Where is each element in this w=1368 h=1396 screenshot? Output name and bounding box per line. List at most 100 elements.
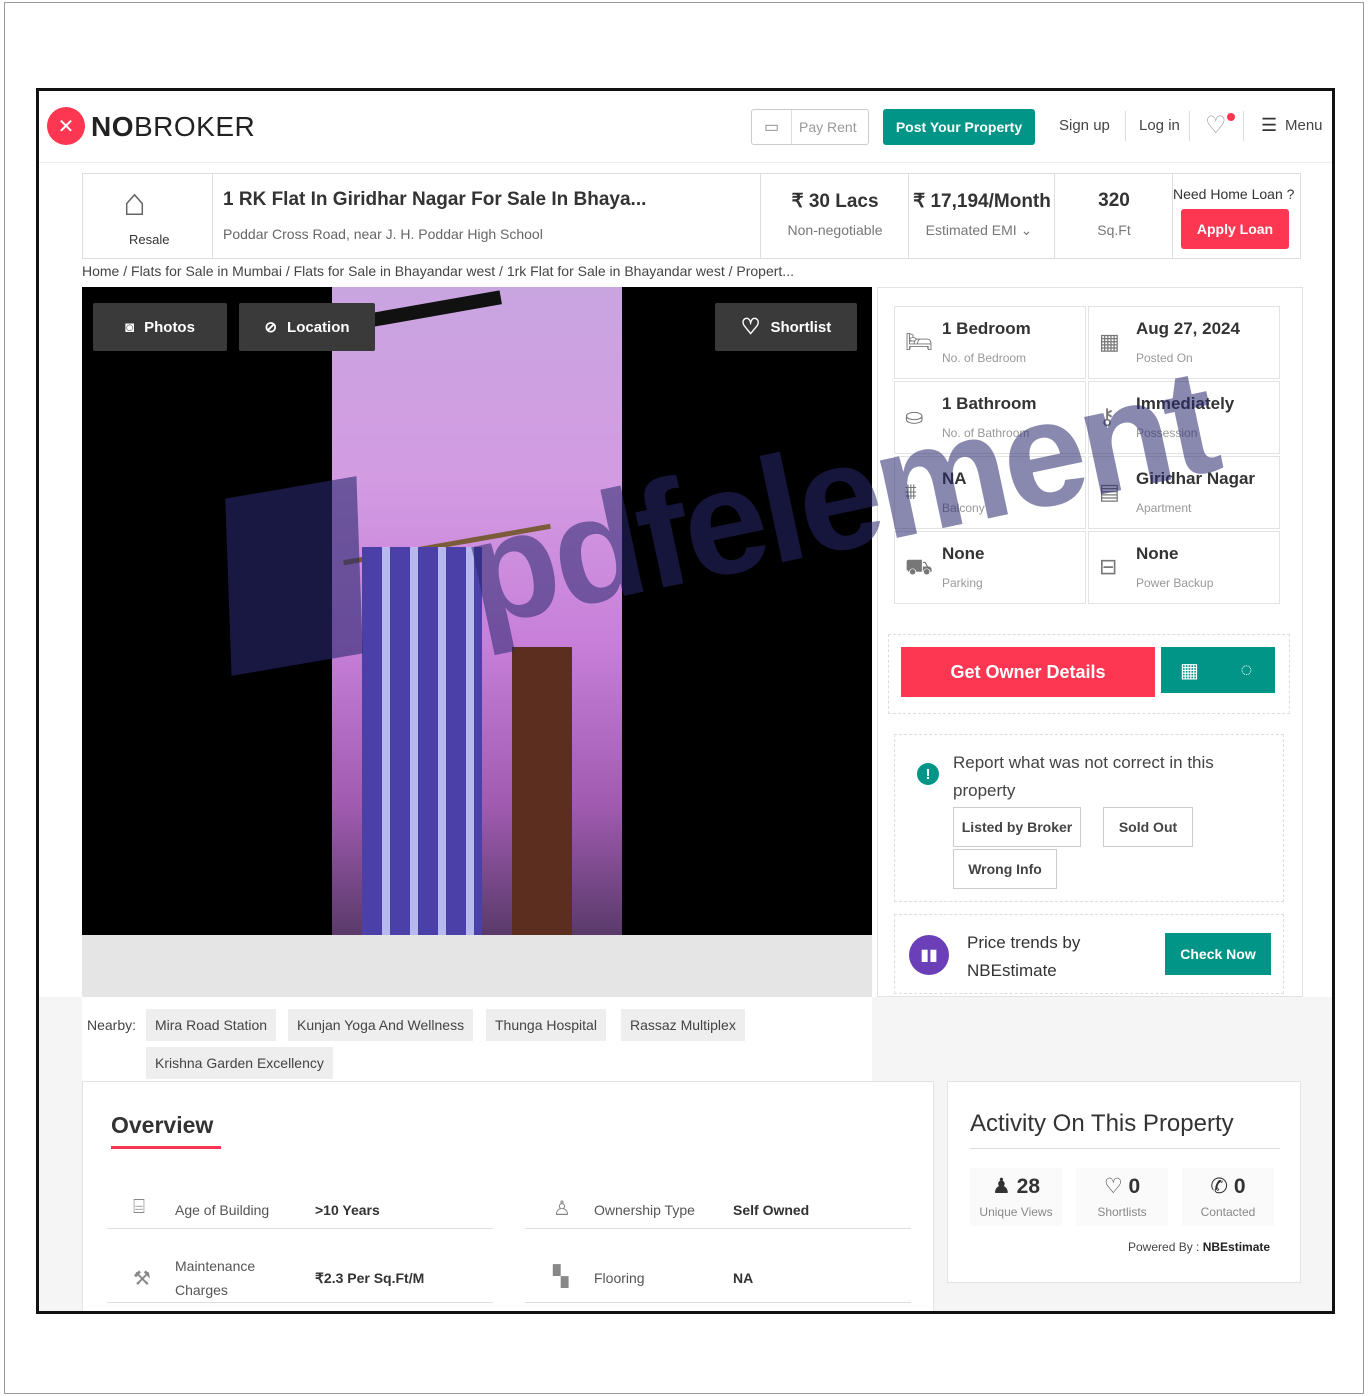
emi-note[interactable]: Estimated EMI ⌄ <box>909 222 1049 239</box>
power-backup-label: Power Backup <box>1136 576 1214 590</box>
maintenance-label: Maintenance Charges <box>175 1254 255 1302</box>
listed-by-broker-button[interactable]: Listed by Broker <box>953 807 1081 847</box>
sign-up-link[interactable]: Sign up <box>1059 117 1110 134</box>
loan-question: Need Home Loan ? <box>1173 186 1295 202</box>
heart-icon: ♡ <box>740 314 761 339</box>
post-property-button[interactable]: Post Your Property <box>883 109 1035 145</box>
key-icon: ⚷ <box>1099 404 1116 429</box>
parking-label: Parking <box>942 576 983 590</box>
apartment-value: Giridhar Nagar <box>1136 469 1256 488</box>
trends-line-2: NBEstimate <box>967 961 1057 980</box>
possession-label: Possession <box>1136 426 1198 440</box>
shortlist-button[interactable]: ♡ Shortlist <box>715 303 857 351</box>
owner-actions-box: Get Owner Details ▦ ◌ <box>888 634 1290 714</box>
user-icon: ♟ <box>991 1175 1011 1198</box>
photos-button[interactable]: ◙ Photos <box>93 303 227 351</box>
flooring-icon: ▚ <box>553 1266 569 1288</box>
overview-underline <box>111 1146 221 1149</box>
age-label: Age of Building <box>175 1202 270 1218</box>
property-photo[interactable] <box>332 287 622 935</box>
photos-label: Photos <box>144 318 195 336</box>
possession-value: Immediately <box>1136 394 1235 413</box>
nearby-chip[interactable]: Krishna Garden Excellency <box>146 1047 333 1079</box>
compass-icon: ⊘ <box>264 319 278 336</box>
price-value: ₹ 30 Lacs <box>791 191 879 212</box>
powered-by: Powered By : NBEstimate <box>1128 1240 1270 1254</box>
unique-views-label: Unique Views <box>979 1205 1053 1219</box>
logo-text[interactable]: NOBROKER <box>91 111 255 143</box>
notification-dot <box>1227 113 1235 121</box>
hamburger-menu-icon[interactable]: ☰ <box>1261 115 1277 136</box>
parking-cell: ⛟ None Parking <box>894 531 1086 604</box>
property-address: Poddar Cross Road, near J. H. Poddar Hig… <box>223 226 543 242</box>
schedule-visit-calendar-icon[interactable]: ▦ <box>1161 647 1218 693</box>
report-text: Report what was not correct in this prop… <box>953 753 1214 800</box>
hammer-icon: ⚒ <box>133 1268 151 1290</box>
wrong-info-button[interactable]: Wrong Info <box>953 849 1057 889</box>
divider <box>1125 111 1126 141</box>
overview-card: Overview ⌸ Age of Building >10 Years ♙ O… <box>82 1081 934 1311</box>
activity-card: Activity On This Property ♟ 28 Unique Vi… <box>947 1081 1301 1283</box>
nearby-chip[interactable]: Rassaz Multiplex <box>621 1009 745 1041</box>
log-in-link[interactable]: Log in <box>1139 117 1180 134</box>
report-box: ! Report what was not correct in this pr… <box>894 734 1284 902</box>
battery-icon: ⊟ <box>1099 554 1118 579</box>
balcony-icon: ⩩ <box>905 479 917 504</box>
maintenance-label-line2: Charges <box>175 1282 228 1298</box>
divider <box>1189 111 1190 141</box>
ownership-value: Self Owned <box>733 1202 810 1218</box>
sold-out-button[interactable]: Sold Out <box>1103 807 1193 847</box>
powered-name: NBEstimate <box>1202 1240 1271 1254</box>
bathroom-value: 1 Bathroom <box>942 394 1037 413</box>
nearby-chip[interactable]: Kunjan Yoga And Wellness <box>288 1009 474 1041</box>
bed-icon: 🛏 <box>905 329 933 354</box>
owner-icon: ♙ <box>553 1198 571 1220</box>
location-button[interactable]: ⊘ Location <box>239 303 375 351</box>
photo-gallery[interactable]: ◙ Photos ⊘ Location ♡ Shortlist <box>82 287 872 997</box>
nobroker-logo-icon[interactable]: ✕ <box>47 107 85 145</box>
apartment-cell: ▤ Giridhar Nagar Apartment <box>1088 456 1280 529</box>
contacted-label: Contacted <box>1200 1205 1256 1219</box>
power-backup-cell: ⊟ None Power Backup <box>1088 531 1280 604</box>
area-cell: 320 Sq.Ft <box>1055 174 1173 258</box>
price-cell: ₹ 30 Lacs Non-negotiable <box>761 174 909 258</box>
activity-title: Activity On This Property <box>970 1110 1234 1137</box>
emi-cell[interactable]: ₹ 17,194/Month Estimated EMI ⌄ <box>909 174 1055 258</box>
menu-label[interactable]: Menu <box>1285 117 1323 134</box>
nearby-chip[interactable]: Thunga Hospital <box>486 1009 606 1041</box>
price-trends-text: Price trends by NBEstimate <box>967 929 1080 985</box>
flooring-label: Flooring <box>594 1270 645 1286</box>
door <box>512 647 572 935</box>
apply-loan-button[interactable]: Apply Loan <box>1181 209 1289 249</box>
heart-icon: ♡ <box>1103 1175 1123 1198</box>
calendar-icon: ▦ <box>1099 329 1120 354</box>
nearby-chip[interactable]: Mira Road Station <box>146 1009 277 1041</box>
price-trends-box: ▮▮ Price trends by NBEstimate Check Now <box>894 914 1284 994</box>
get-owner-details-button[interactable]: Get Owner Details <box>901 647 1155 697</box>
browser-frame: ✕ NOBROKER ▭ Pay Rent Post Your Property… <box>36 88 1335 1314</box>
contacted-value: 0 <box>1233 1175 1246 1198</box>
phone-icon: ✆ <box>1210 1175 1229 1198</box>
posted-on-cell: ▦ Aug 27, 2024 Posted On <box>1088 306 1280 379</box>
check-now-button[interactable]: Check Now <box>1165 933 1271 975</box>
overview-title: Overview <box>111 1112 214 1138</box>
pay-rent-button[interactable]: ▭ Pay Rent <box>751 109 869 145</box>
chat-icon[interactable]: ◌ <box>1218 647 1275 693</box>
shortlist-heart-icon[interactable]: ♡ <box>1205 111 1227 140</box>
powered-prefix: Powered By : <box>1128 1240 1200 1254</box>
flooring-value: NA <box>733 1270 754 1286</box>
property-summary-bar: ⌂ Resale 1 RK Flat In Giridhar Nagar For… <box>82 173 1301 259</box>
bathroom-cell: ⛀ 1 Bathroom No. of Bathroom <box>894 381 1086 454</box>
top-header: ✕ NOBROKER ▭ Pay Rent Post Your Property… <box>39 91 1332 163</box>
contacted-stat: ✆ 0 Contacted <box>1182 1168 1274 1226</box>
title-cell: 1 RK Flat In Giridhar Nagar For Sale In … <box>213 174 761 258</box>
bathroom-label: No. of Bathroom <box>942 426 1030 440</box>
divider <box>1243 111 1244 141</box>
posted-on-label: Posted On <box>1136 351 1193 365</box>
building-icon: ▤ <box>1099 479 1120 504</box>
shortlists-value: 0 <box>1128 1175 1141 1198</box>
shortlists-label: Shortlists <box>1097 1205 1147 1219</box>
shortlists-stat: ♡ 0 Shortlists <box>1076 1168 1168 1226</box>
age-value: >10 Years <box>315 1202 380 1218</box>
breadcrumb[interactable]: Home / Flats for Sale in Mumbai / Flats … <box>82 263 794 279</box>
